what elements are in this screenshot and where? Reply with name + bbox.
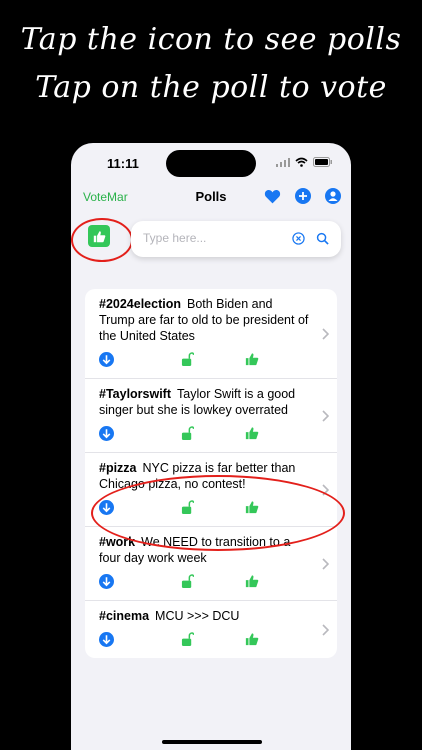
dynamic-island <box>166 150 256 177</box>
search-input[interactable]: Type here... <box>143 231 206 245</box>
chevron-right-icon <box>322 327 329 340</box>
clear-icon[interactable] <box>292 232 305 245</box>
caption-line-1: Tap the icon to see polls <box>20 22 402 57</box>
thumbs-up-icon <box>93 230 105 242</box>
status-time: 11:11 <box>107 156 139 171</box>
poll-text-block: #Taylorswift Taylor Swift is a good singe… <box>85 379 337 418</box>
poll-list: #2024election Both Biden and Trump are fa… <box>85 289 337 658</box>
heart-icon[interactable] <box>264 189 281 204</box>
unlock-icon[interactable] <box>181 426 194 441</box>
down-arrow-icon[interactable] <box>99 574 114 589</box>
unlock-icon[interactable] <box>181 574 194 589</box>
signal-icon <box>276 157 290 167</box>
poll-statement: MCU >>> DCU <box>155 609 240 623</box>
battery-icon <box>313 157 332 167</box>
status-bar: 11:11 <box>71 143 351 185</box>
nav-bar: VoteMar Polls <box>71 185 351 215</box>
phone-screen: 11:11 VoteMar Polls Type here... #2024el… <box>71 143 351 750</box>
poll-row[interactable]: #cinema MCU >>> DCU <box>85 601 337 658</box>
wifi-icon <box>295 157 308 167</box>
poll-text-block: #cinema MCU >>> DCU <box>85 601 337 624</box>
poll-tag: #Taylorswift <box>99 387 172 401</box>
poll-text-block: #2024election Both Biden and Trump are fa… <box>85 289 337 344</box>
home-indicator <box>162 740 262 744</box>
status-icons <box>276 157 333 167</box>
poll-row[interactable]: #Taylorswift Taylor Swift is a good singe… <box>85 379 337 453</box>
polls-toggle-button[interactable] <box>88 225 110 247</box>
highlight-circle-poll <box>91 475 345 551</box>
down-arrow-icon[interactable] <box>99 632 114 647</box>
search-bar: Type here... <box>131 221 341 257</box>
chevron-right-icon <box>322 623 329 636</box>
poll-tag: #2024election <box>99 297 181 311</box>
down-arrow-icon[interactable] <box>99 352 114 367</box>
unlock-icon[interactable] <box>181 632 194 647</box>
search-icon[interactable] <box>316 232 329 245</box>
profile-icon[interactable] <box>325 188 341 204</box>
thumbs-up-icon[interactable] <box>245 426 259 440</box>
thumbs-up-icon[interactable] <box>245 352 259 366</box>
poll-tag: #pizza <box>99 461 137 475</box>
plus-icon[interactable] <box>295 188 311 204</box>
caption-line-2: Tap on the poll to vote <box>35 70 387 105</box>
chevron-right-icon <box>322 557 329 570</box>
unlock-icon[interactable] <box>181 352 194 367</box>
poll-row[interactable]: #2024election Both Biden and Trump are fa… <box>85 289 337 379</box>
down-arrow-icon[interactable] <box>99 426 114 441</box>
thumbs-up-icon[interactable] <box>245 574 259 588</box>
chevron-right-icon <box>322 409 329 422</box>
poll-tag: #cinema <box>99 609 150 623</box>
thumbs-up-icon[interactable] <box>245 632 259 646</box>
